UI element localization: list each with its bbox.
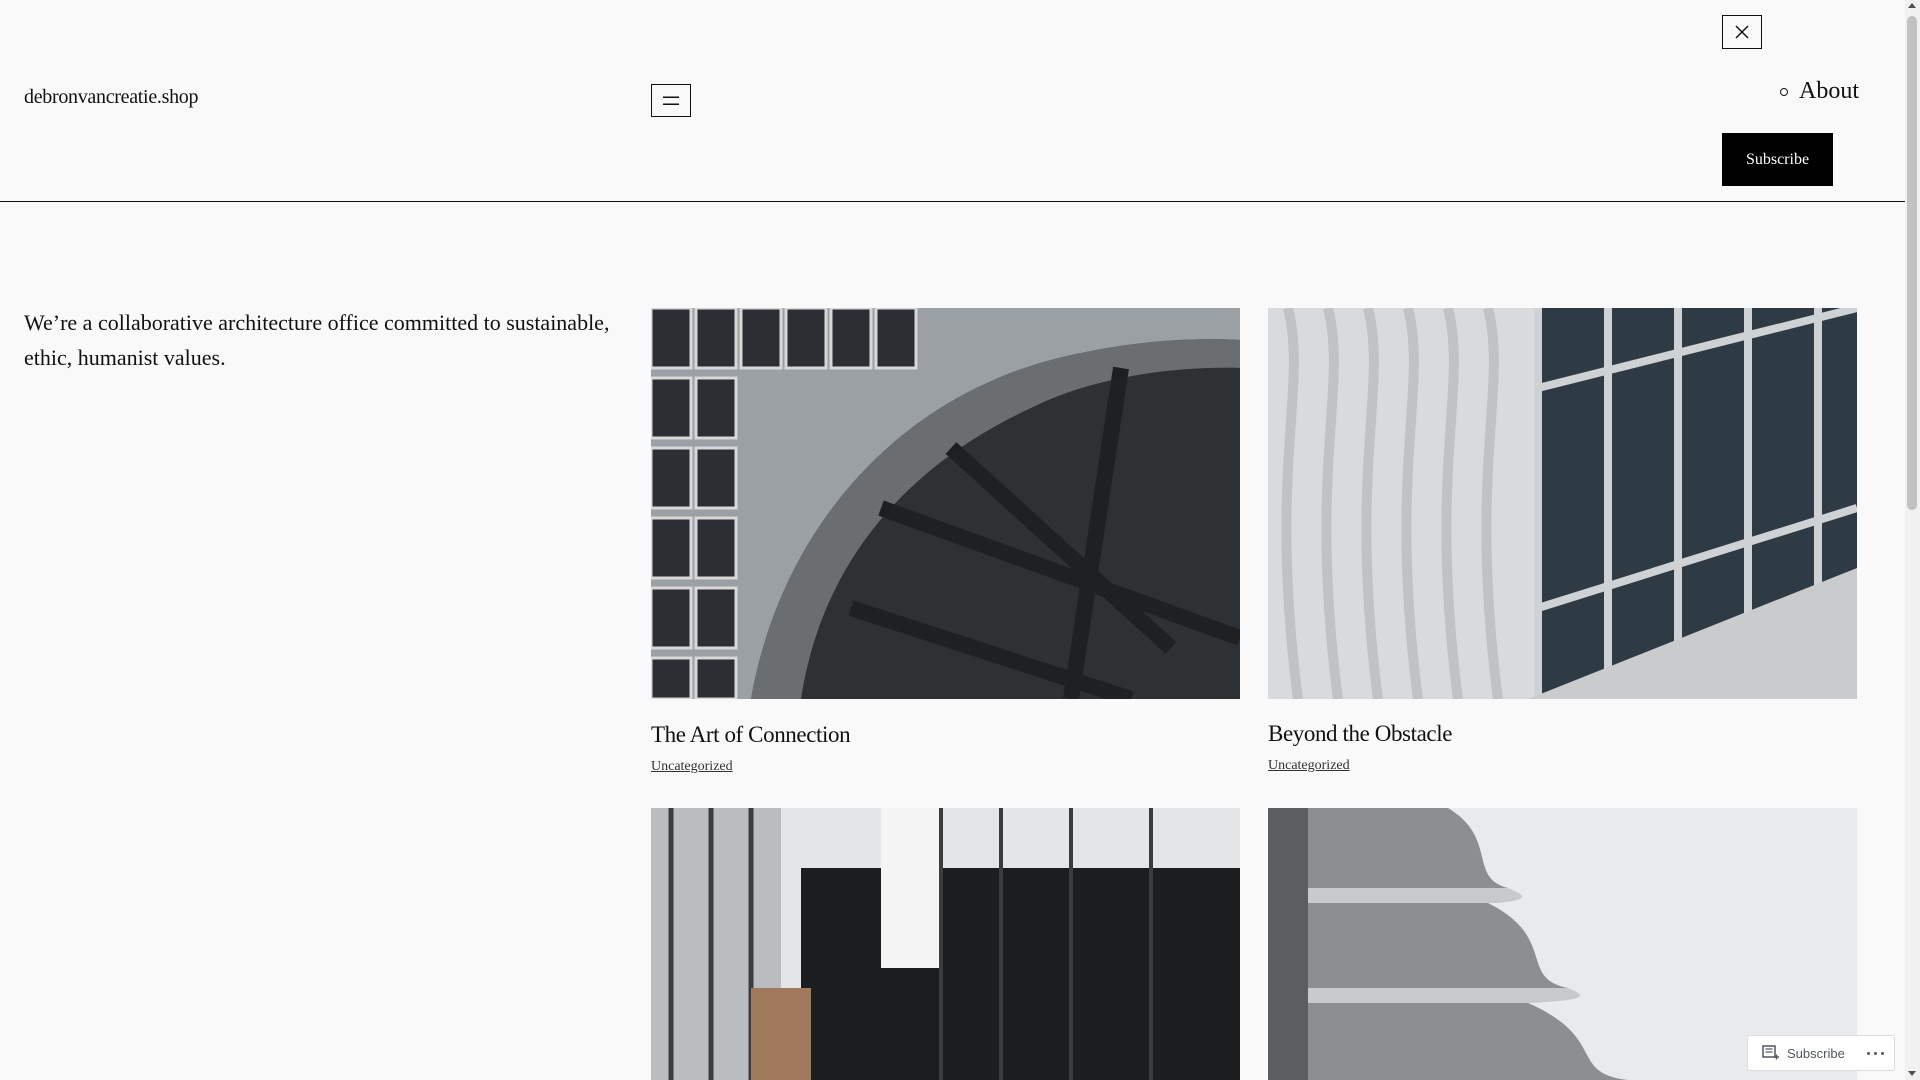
architecture-photo <box>651 808 1240 1080</box>
post-title[interactable]: Beyond the Obstacle <box>1268 721 1452 747</box>
scrollbar-thumb[interactable] <box>1907 16 1917 510</box>
scroll-down-arrow-icon[interactable] <box>1908 1071 1916 1076</box>
post-category[interactable]: Uncategorized <box>1268 758 1350 774</box>
architecture-photo <box>1268 308 1857 699</box>
intro-text: We’re a collaborative architecture offic… <box>24 310 610 370</box>
nav-item-about[interactable]: About <box>1780 78 1859 105</box>
post-image[interactable] <box>1268 308 1857 699</box>
post-category[interactable]: Uncategorized <box>651 759 733 775</box>
reader-icon <box>1762 1045 1779 1060</box>
more-horizontal-icon[interactable] <box>1867 1051 1884 1055</box>
site-title[interactable]: debronvancreatie.shop <box>24 86 198 109</box>
post-image[interactable] <box>651 808 1240 1080</box>
subscribe-button[interactable]: Subscribe <box>1722 133 1833 186</box>
wp-actionbar: Subscribe <box>1747 1035 1895 1071</box>
post-title[interactable]: The Art of Connection <box>651 722 851 748</box>
actionbar-subscribe-button[interactable]: Subscribe <box>1748 1036 1845 1070</box>
hamburger-icon <box>663 96 679 105</box>
open-menu-button[interactable] <box>651 84 691 117</box>
architecture-photo <box>651 308 1240 699</box>
header-divider <box>0 201 1905 202</box>
post-image[interactable] <box>651 308 1240 699</box>
nav-item-label: About <box>1799 78 1859 104</box>
close-icon <box>1735 25 1749 39</box>
actionbar-subscribe-label: Subscribe <box>1787 1045 1845 1061</box>
close-menu-button[interactable] <box>1722 15 1762 49</box>
list-bullet <box>1780 87 1788 96</box>
scroll-up-arrow-icon[interactable] <box>1908 3 1916 8</box>
